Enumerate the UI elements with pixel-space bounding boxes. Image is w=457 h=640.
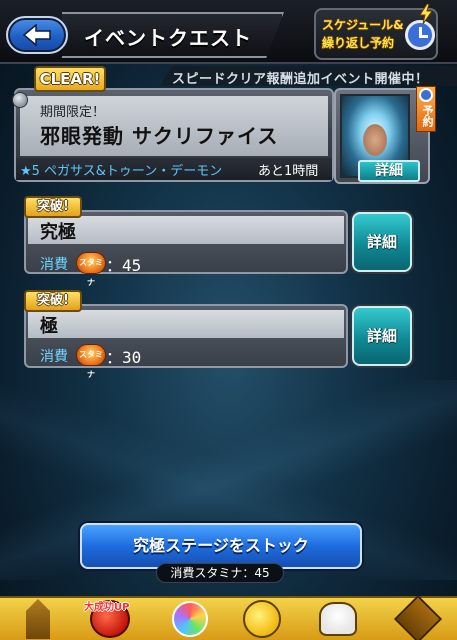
difficulty-detail-button[interactable]: 詳細 bbox=[352, 306, 412, 366]
quest-detail-button[interactable]: 詳細 bbox=[358, 160, 420, 182]
success-up-label: 大成功UP bbox=[84, 602, 130, 613]
quest-monster-name: ★5 ペガサス&トゥーン・デーモン bbox=[20, 164, 223, 179]
stamina-icon: スタミナ bbox=[76, 344, 106, 379]
reserve-clock-icon bbox=[419, 88, 433, 102]
ticker-text: スピードクリア報酬追加イベント開催中！ bbox=[172, 72, 429, 87]
stock-stamina-cost: 消費スタミナ：45 bbox=[156, 563, 284, 583]
stamina-value: ：45 bbox=[106, 256, 142, 275]
nav-orb[interactable] bbox=[160, 598, 220, 640]
schedule-label-line2: 繰り返し予約 bbox=[322, 36, 395, 50]
clock-icon bbox=[405, 20, 435, 50]
home-icon bbox=[26, 599, 50, 639]
break-badge: 突破! bbox=[24, 196, 82, 218]
break-badge: 突破! bbox=[24, 290, 82, 312]
stamina-value: ：30 bbox=[106, 348, 142, 367]
menu-icon bbox=[393, 594, 443, 640]
stamina-label: 消費 bbox=[40, 257, 68, 273]
nav-friends[interactable] bbox=[308, 598, 368, 640]
quest-remaining-time: あと1時間 bbox=[258, 164, 319, 179]
difficulty-name: 究極 bbox=[40, 222, 76, 243]
orb-icon bbox=[172, 601, 208, 637]
difficulty-detail-button[interactable]: 詳細 bbox=[352, 212, 412, 272]
difficulty-row-plate bbox=[28, 310, 344, 338]
stamina-icon: スタミナ bbox=[76, 252, 106, 287]
back-button[interactable] bbox=[6, 16, 68, 54]
monster-box-icon bbox=[243, 600, 281, 638]
stamina-label: 消費 bbox=[40, 349, 68, 365]
schedule-label-line1: スケジュール& bbox=[322, 18, 404, 32]
difficulty-name: 極 bbox=[40, 316, 58, 337]
back-arrow-icon bbox=[22, 24, 51, 46]
page-title: イベントクエスト bbox=[84, 26, 252, 50]
clear-badge: CLEAR! bbox=[34, 66, 106, 92]
nav-menu[interactable] bbox=[388, 594, 448, 640]
quest-name: 邪眼発動 サクリファイス bbox=[40, 124, 279, 148]
nav-monster-box[interactable] bbox=[232, 598, 292, 640]
nav-home[interactable] bbox=[8, 598, 68, 640]
lightning-icon bbox=[419, 4, 433, 24]
friends-icon bbox=[319, 602, 357, 636]
quest-subtitle: 期間限定！ bbox=[40, 105, 106, 120]
pin-icon bbox=[12, 92, 28, 108]
